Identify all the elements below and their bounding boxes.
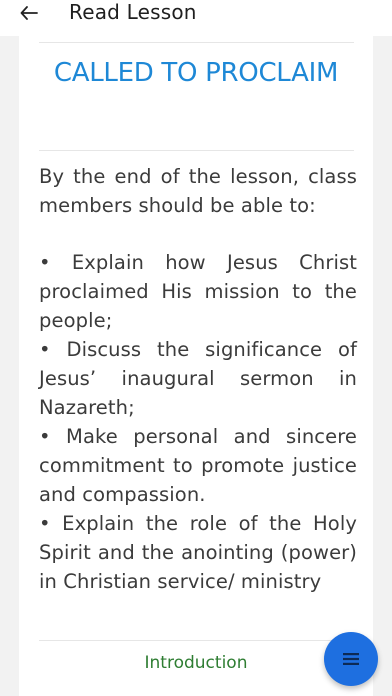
lesson-title: CALLED TO PROCLAIM xyxy=(53,58,339,88)
menu-fab-button[interactable] xyxy=(324,632,378,686)
introduction-link[interactable]: Introduction xyxy=(19,652,373,674)
top-divider xyxy=(39,42,354,43)
back-button[interactable] xyxy=(14,0,44,26)
lesson-card: CALLED TO PROCLAIM By the end of the les… xyxy=(19,36,373,696)
app-bar: Read Lesson xyxy=(0,0,392,36)
objective-item: • Make personal and sincere commitment t… xyxy=(39,425,357,506)
objective-item: • Discuss the significance of Jesus’ ina… xyxy=(39,338,357,419)
objective-item: • Explain the role of the Holy Spirit an… xyxy=(39,512,357,593)
lesson-intro: By the end of the lesson, class members … xyxy=(39,165,357,217)
menu-icon xyxy=(343,653,359,665)
page-title: Read Lesson xyxy=(69,0,197,24)
objective-item: • Explain how Jesus Christ proclaimed Hi… xyxy=(39,251,357,332)
footer-divider xyxy=(39,640,354,641)
title-divider xyxy=(39,150,354,151)
arrow-left-icon xyxy=(20,6,38,20)
objectives-list: • Explain how Jesus Christ proclaimed Hi… xyxy=(39,248,357,596)
